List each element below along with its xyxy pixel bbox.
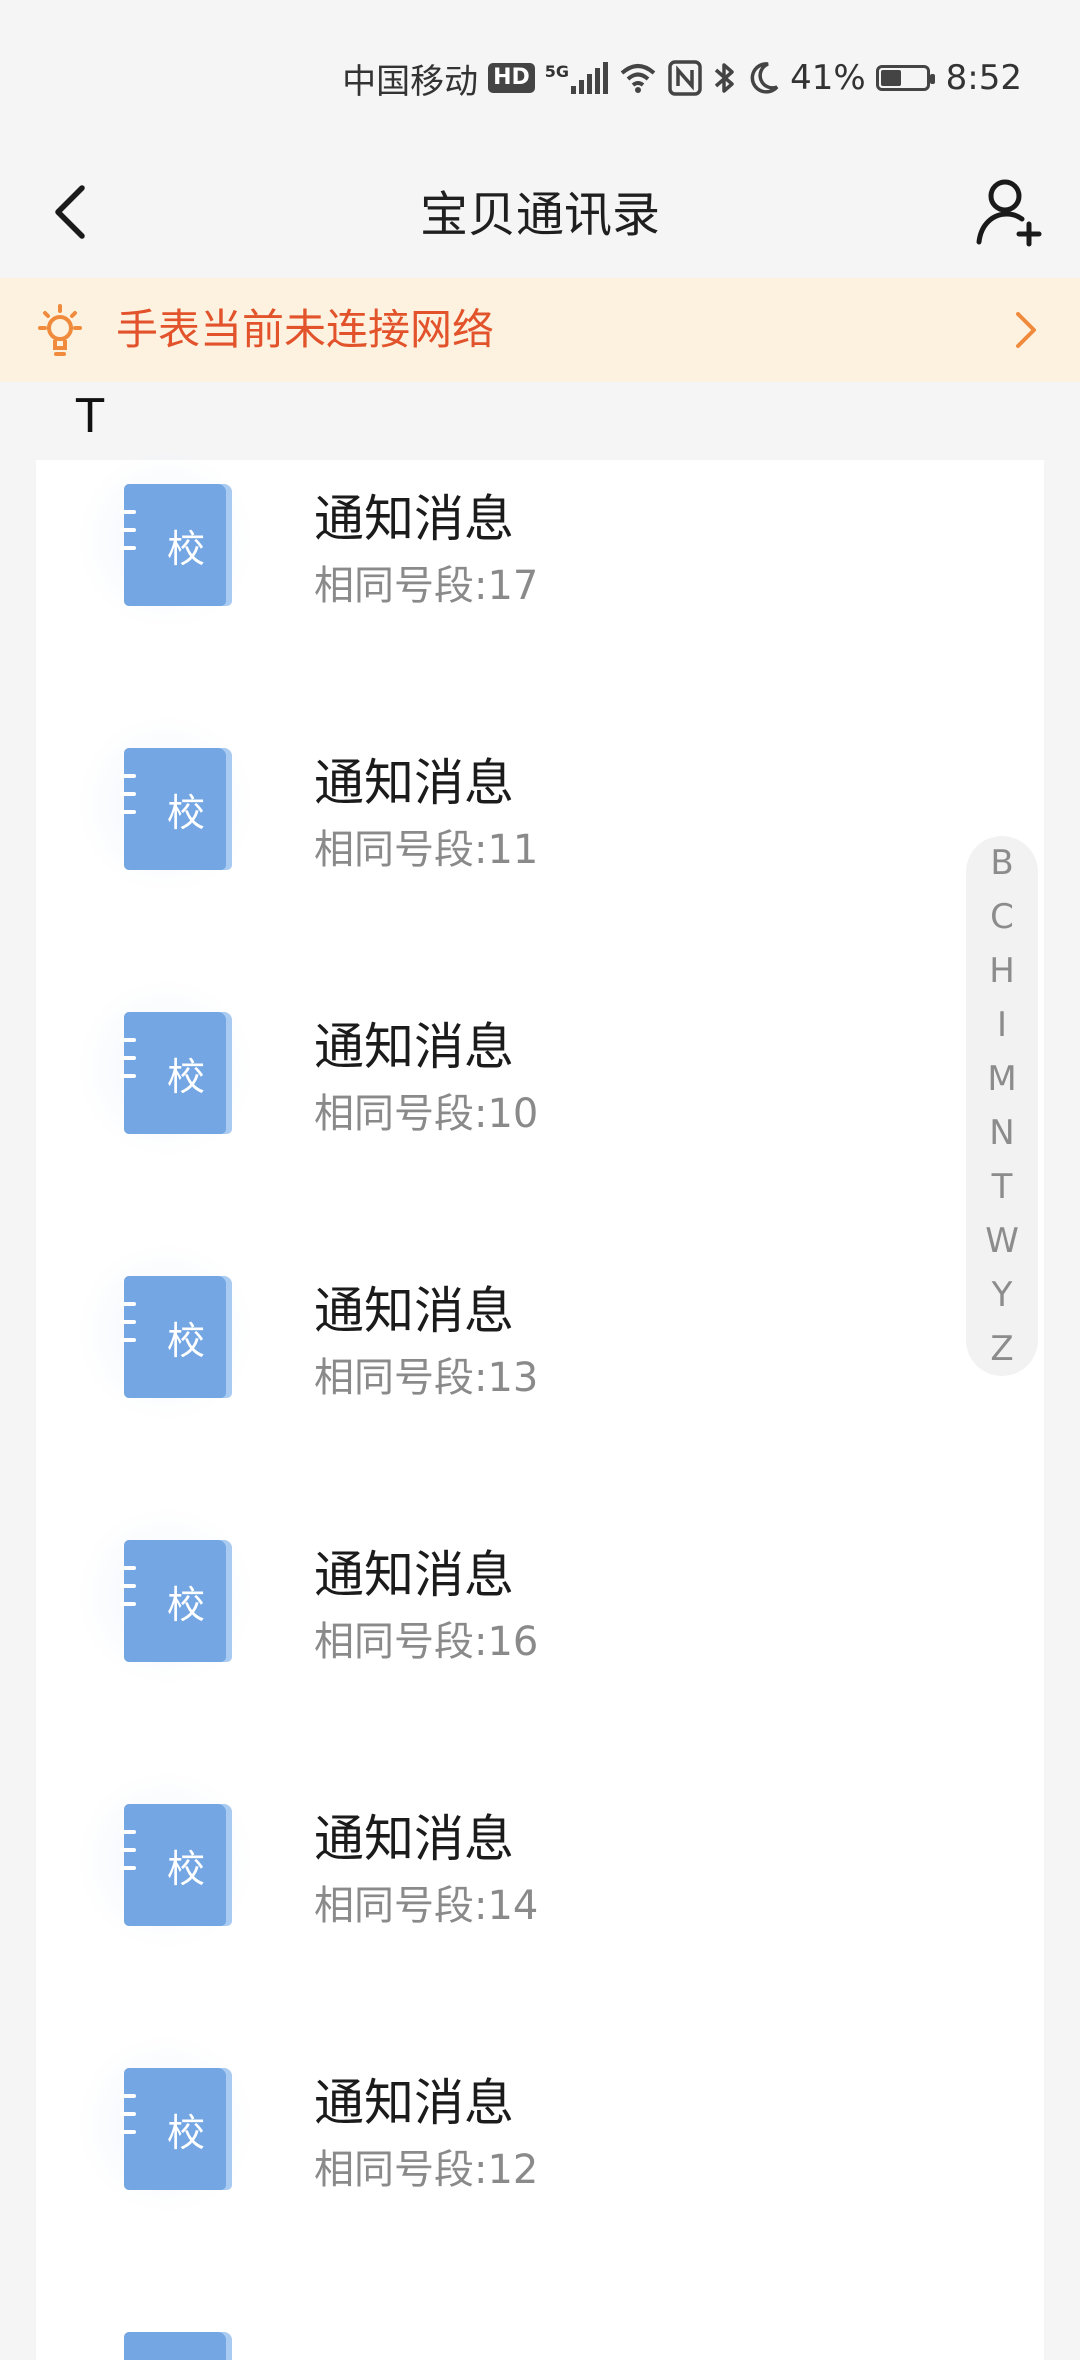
contact-name: 通知消息 xyxy=(314,1282,514,1340)
contact-name: 通知消息 xyxy=(314,1546,514,1604)
contact-item[interactable]: 校 通知消息 相同号段:17 xyxy=(36,450,1044,724)
contact-item[interactable]: 校 通知消息 相同号段:12 xyxy=(36,2034,1044,2308)
bluetooth-icon xyxy=(714,63,734,93)
school-book-icon: 校 xyxy=(120,484,226,606)
contact-item[interactable]: 校 通知消息 相同号段:14 xyxy=(36,1770,1044,2044)
network-type-label: 5G xyxy=(544,62,570,81)
school-book-icon: 校 xyxy=(120,1540,226,1662)
signal-icon: 5G xyxy=(544,62,609,94)
contact-subtitle: 相同号段:13 xyxy=(314,1355,539,1401)
contact-name: 通知消息 xyxy=(314,490,514,548)
section-header-letter: T xyxy=(76,389,105,443)
alphabet-index-bar[interactable]: B C H I M N T W Y Z xyxy=(966,836,1038,1376)
battery-icon xyxy=(875,65,935,91)
contact-name: 通知消息 xyxy=(314,1018,514,1076)
carrier-label: 中国移动 xyxy=(342,61,479,102)
index-letter-b[interactable]: B xyxy=(966,836,1038,890)
lightbulb-icon xyxy=(38,304,82,356)
add-contact-icon xyxy=(976,179,1042,247)
wifi-icon xyxy=(620,64,656,93)
contact-subtitle: 相同号段:14 xyxy=(314,1883,539,1929)
add-contact-button[interactable] xyxy=(958,162,1058,262)
header: 宝贝通讯录 xyxy=(0,150,1080,278)
hd-icon: HD xyxy=(488,63,535,93)
clock: 8:52 xyxy=(945,58,1022,98)
contact-item[interactable]: 校 通知消息 相同号段:16 xyxy=(36,1506,1044,1780)
school-book-icon: 校 xyxy=(120,2068,226,2190)
index-letter-y[interactable]: Y xyxy=(966,1268,1038,1322)
moon-icon xyxy=(750,62,779,94)
avatar-char: 校 xyxy=(166,526,205,571)
status-icons: 中国移动 HD 5G 41% 8:52 xyxy=(342,56,1022,102)
index-letter-n[interactable]: N xyxy=(966,1106,1038,1160)
contact-subtitle: 相同号段:17 xyxy=(314,563,539,609)
contact-subtitle: 相同号段:16 xyxy=(314,1619,539,1665)
index-letter-c[interactable]: C xyxy=(966,890,1038,944)
contact-item[interactable]: 校 通知消息 相同号段:13 xyxy=(36,1242,1044,1516)
index-letter-m[interactable]: M xyxy=(966,1052,1038,1106)
avatar-char: 校 xyxy=(166,2110,205,2155)
banner-text: 手表当前未连接网络 xyxy=(116,305,495,354)
page-title: 宝贝通讯录 xyxy=(419,187,660,243)
school-book-icon: 校 xyxy=(120,1804,226,1926)
nfc-icon xyxy=(668,60,702,96)
avatar-char: 校 xyxy=(166,1318,205,1363)
contact-subtitle: 相同号段:12 xyxy=(314,2147,539,2193)
avatar-char: 校 xyxy=(166,1582,205,1627)
status-bar: 中国移动 HD 5G 41% 8:52 xyxy=(0,0,1080,150)
contact-name: 通知消息 xyxy=(314,2074,514,2132)
contact-item-partial[interactable] xyxy=(36,2308,1044,2360)
school-book-icon xyxy=(124,2332,226,2360)
battery-percent: 41% xyxy=(790,58,866,98)
contact-list: 校 通知消息 相同号段:17 校 通知消息 相同号段:11 校 通知消息 相同号… xyxy=(36,450,1044,2360)
school-book-icon: 校 xyxy=(120,748,226,870)
index-letter-t[interactable]: T xyxy=(966,1160,1038,1214)
contact-name: 通知消息 xyxy=(314,754,514,812)
contact-subtitle: 相同号段:11 xyxy=(314,827,539,873)
contact-name: 通知消息 xyxy=(314,1810,514,1868)
chevron-right-icon xyxy=(1016,312,1036,348)
index-letter-i[interactable]: I xyxy=(966,998,1038,1052)
index-letter-w[interactable]: W xyxy=(966,1214,1038,1268)
avatar-char: 校 xyxy=(166,790,205,835)
avatar-char: 校 xyxy=(166,1846,205,1891)
contact-item[interactable]: 校 通知消息 相同号段:11 xyxy=(36,714,1044,988)
school-book-icon: 校 xyxy=(120,1012,226,1134)
network-warning-banner[interactable]: 手表当前未连接网络 xyxy=(0,278,1080,382)
avatar-char: 校 xyxy=(166,1054,205,1099)
school-book-icon: 校 xyxy=(120,1276,226,1398)
index-letter-z[interactable]: Z xyxy=(966,1322,1038,1376)
contact-subtitle: 相同号段:10 xyxy=(314,1091,539,1137)
index-letter-h[interactable]: H xyxy=(966,944,1038,998)
contact-item[interactable]: 校 通知消息 相同号段:10 xyxy=(36,978,1044,1252)
